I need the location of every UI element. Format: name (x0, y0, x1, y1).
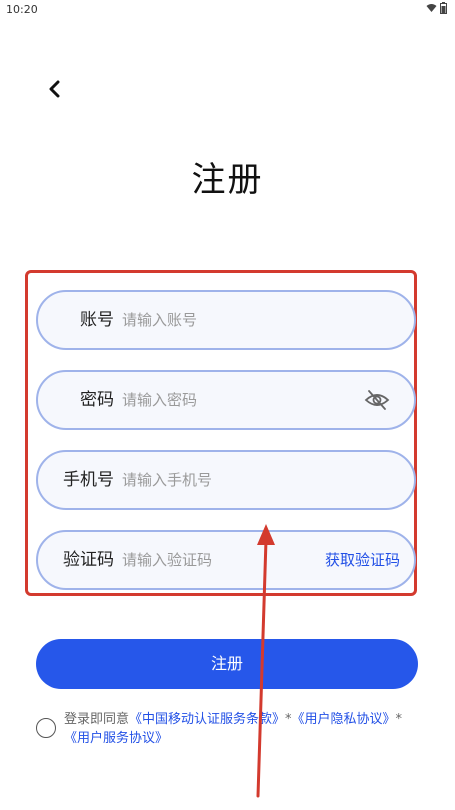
register-button[interactable]: 注册 (36, 639, 418, 689)
privacy-policy-link[interactable]: 《用户隐私协议》 (292, 712, 396, 727)
agree-radio[interactable] (36, 718, 56, 738)
status-icons (426, 2, 447, 14)
code-label: 验证码 (63, 550, 114, 570)
phone-label: 手机号 (63, 470, 114, 490)
phone-input[interactable] (122, 464, 342, 496)
chevron-left-icon (49, 80, 60, 98)
eye-off-icon[interactable] (364, 388, 390, 412)
agreement-prefix: 登录即同意 (64, 712, 130, 727)
get-code-button[interactable]: 获取验证码 (325, 532, 400, 588)
wifi-icon (426, 4, 437, 12)
account-input[interactable] (122, 304, 342, 336)
account-field[interactable]: 账号 (36, 290, 416, 350)
agreement-sep-2: * (395, 712, 403, 727)
page-title: 注册 (191, 160, 264, 200)
cmcc-terms-link[interactable]: 《中国移动认证服务条款》 (129, 712, 285, 727)
agreement-text: 登录即同意《中国移动认证服务条款》*《用户隐私协议》*《用户服务协议》 (64, 710, 424, 748)
status-bar: 10:20 (0, 0, 455, 20)
code-input[interactable] (122, 544, 302, 576)
back-button[interactable] (40, 75, 68, 103)
password-input[interactable] (122, 384, 342, 416)
battery-icon (440, 2, 447, 14)
service-agreement-link[interactable]: 《用户服务协议》 (64, 731, 168, 746)
status-time: 10:20 (6, 3, 38, 16)
code-field[interactable]: 验证码 获取验证码 (36, 530, 416, 590)
account-label: 账号 (80, 310, 114, 330)
phone-field[interactable]: 手机号 (36, 450, 416, 510)
password-label: 密码 (80, 390, 114, 410)
password-field[interactable]: 密码 (36, 370, 416, 430)
